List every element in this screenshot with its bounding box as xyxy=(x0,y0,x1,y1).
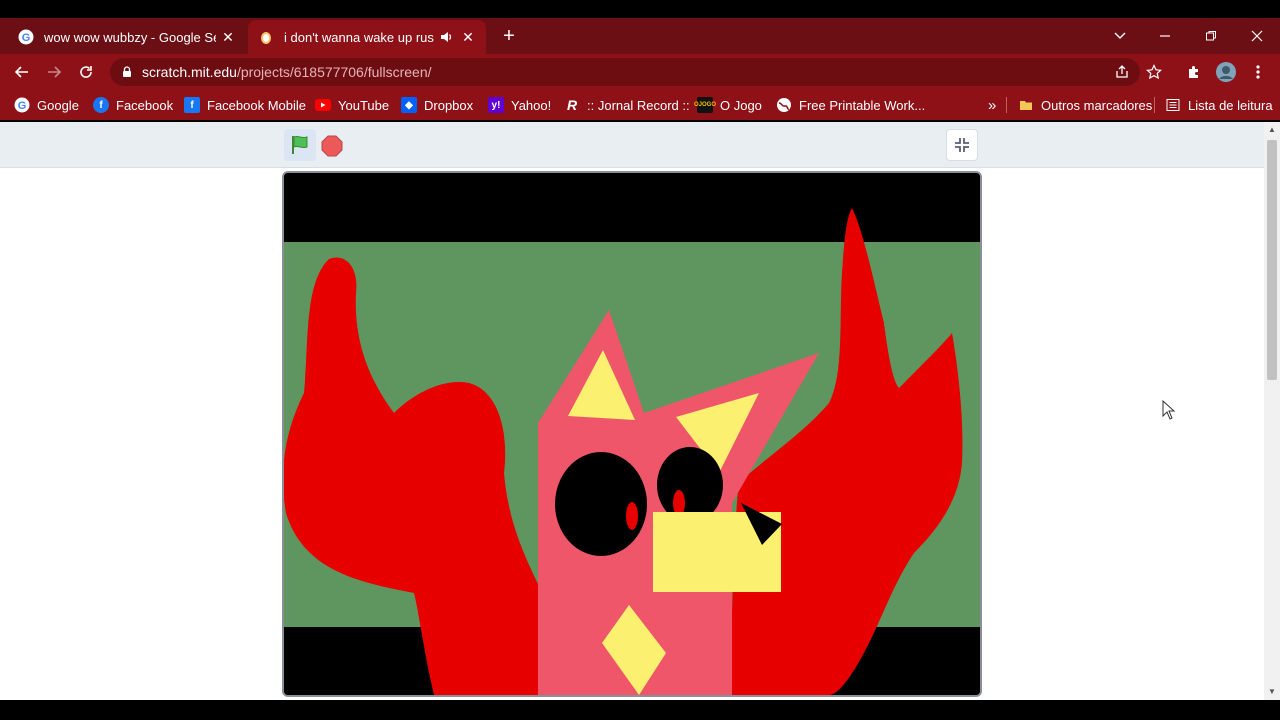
youtube-icon xyxy=(315,97,331,113)
close-tab-icon[interactable]: ✕ xyxy=(220,29,236,45)
dropbox-icon: ◆ xyxy=(401,97,417,113)
extensions-icon[interactable] xyxy=(1184,62,1204,82)
url-host: scratch.mit.edu xyxy=(142,64,237,80)
menu-icon[interactable] xyxy=(1248,62,1268,82)
close-window-icon[interactable] xyxy=(1247,26,1267,46)
yahoo-icon: y! xyxy=(488,97,504,113)
stage-canvas xyxy=(284,173,980,695)
bookmarks-bar: G Google f Facebook f Facebook Mobile Yo… xyxy=(0,90,1280,120)
scroll-up-icon[interactable]: ▲ xyxy=(1268,126,1276,134)
bookmark-other-folder[interactable]: Outros marcadores xyxy=(1018,96,1152,114)
facebook-icon: f xyxy=(93,97,109,113)
project-stage[interactable] xyxy=(282,171,982,697)
reload-icon[interactable] xyxy=(76,62,96,82)
bookmark-free-printable[interactable]: Free Printable Work... xyxy=(776,96,925,114)
url-path: /projects/618577706/fullscreen/ xyxy=(236,64,432,80)
browser-window: G wow wow wubbzy - Google Search ✕ i don… xyxy=(0,0,1280,720)
bookmark-label: Dropbox xyxy=(424,97,474,113)
bookmark-star-icon[interactable] xyxy=(1144,62,1164,82)
bookmark-youtube[interactable]: YouTube xyxy=(315,96,389,114)
svg-text:G: G xyxy=(18,100,27,112)
page-scrollbar[interactable]: ▲ ▼ xyxy=(1264,122,1280,700)
bookmark-o-jogo[interactable]: OJOGO O Jogo xyxy=(694,96,762,114)
google-icon: G xyxy=(18,29,34,45)
bookmark-label: Lista de leitura xyxy=(1188,97,1273,113)
reading-list-button[interactable]: Lista de leitura xyxy=(1165,96,1273,114)
green-flag-icon xyxy=(292,135,308,154)
ojogo-icon: OJOGO xyxy=(694,97,716,113)
lock-icon[interactable] xyxy=(122,66,132,78)
bookmark-jornal-record[interactable]: R :: Jornal Record :: xyxy=(564,96,690,114)
stage-controls-bar xyxy=(0,122,1264,168)
scroll-down-icon[interactable]: ▼ xyxy=(1268,688,1276,696)
minimize-icon[interactable] xyxy=(1155,26,1175,46)
bookmark-label: Facebook xyxy=(116,97,174,113)
share-icon[interactable] xyxy=(1112,62,1132,82)
close-tab-icon[interactable]: ✕ xyxy=(460,29,476,45)
tab-google-search[interactable]: G wow wow wubbzy - Google Search ✕ xyxy=(8,20,246,54)
tab-search-icon[interactable] xyxy=(1110,26,1130,46)
stop-button[interactable] xyxy=(320,134,344,158)
bookmarks-overflow-button[interactable]: » xyxy=(988,96,996,114)
address-bar[interactable]: scratch.mit.edu/projects/618577706/fulls… xyxy=(110,58,1140,86)
scratch-cat-icon xyxy=(258,29,274,45)
right-eye xyxy=(657,447,723,523)
bookmark-label: Outros marcadores xyxy=(1041,97,1153,113)
bookmark-label: YouTube xyxy=(338,97,390,113)
bookmark-label: Free Printable Work... xyxy=(799,97,926,113)
restore-icon[interactable] xyxy=(1201,26,1221,46)
google-icon: G xyxy=(14,97,30,113)
record-icon: R xyxy=(566,97,578,113)
exit-fullscreen-button[interactable] xyxy=(946,129,978,161)
tab-scratch-project[interactable]: i don't wanna wake up rusty ✕ xyxy=(248,20,486,54)
bookmark-dropbox[interactable]: ◆ Dropbox xyxy=(401,96,473,114)
forward-icon[interactable] xyxy=(44,62,64,82)
bottom-letterbox xyxy=(0,700,1280,720)
new-tab-button[interactable]: + xyxy=(498,26,520,48)
bookmark-facebook[interactable]: f Facebook xyxy=(93,96,173,114)
svg-text:G: G xyxy=(22,32,31,44)
tab-title: wow wow wubbzy - Google Search xyxy=(44,29,216,45)
bookmark-label: :: Jornal Record :: xyxy=(587,97,690,113)
stop-icon xyxy=(321,135,343,157)
globe-icon xyxy=(776,97,792,113)
scratch-fullscreen-page xyxy=(0,122,1264,700)
bookmarks-divider xyxy=(1154,97,1155,113)
green-flag-button[interactable] xyxy=(284,129,316,161)
exit-fullscreen-icon xyxy=(955,138,969,152)
speaker-icon[interactable] xyxy=(438,29,454,45)
overflow-chevron-icon: » xyxy=(988,96,997,114)
scrollbar-thumb[interactable] xyxy=(1267,140,1277,380)
folder-icon xyxy=(1018,97,1034,113)
left-pupil xyxy=(626,502,638,530)
back-icon[interactable] xyxy=(12,62,32,82)
bookmark-google[interactable]: G Google xyxy=(14,96,79,114)
bookmark-label: O Jogo xyxy=(720,97,762,113)
bookmark-facebook-mobile[interactable]: f Facebook Mobile xyxy=(184,96,306,114)
facebook-icon: f xyxy=(184,97,200,113)
tab-strip: G wow wow wubbzy - Google Search ✕ i don… xyxy=(0,18,1280,54)
profile-avatar[interactable] xyxy=(1216,62,1236,82)
bookmark-yahoo[interactable]: y! Yahoo! xyxy=(488,96,551,114)
reading-list-icon xyxy=(1165,97,1181,113)
bookmark-label: Yahoo! xyxy=(511,97,552,113)
bookmark-label: Facebook Mobile xyxy=(207,97,306,113)
bookmark-label: Google xyxy=(37,97,79,113)
browser-toolbar: scratch.mit.edu/projects/618577706/fulls… xyxy=(0,54,1280,90)
mouse-cursor-icon xyxy=(1162,399,1176,420)
bookmarks-divider xyxy=(1006,97,1007,113)
tab-title: i don't wanna wake up rusty xyxy=(284,29,434,45)
